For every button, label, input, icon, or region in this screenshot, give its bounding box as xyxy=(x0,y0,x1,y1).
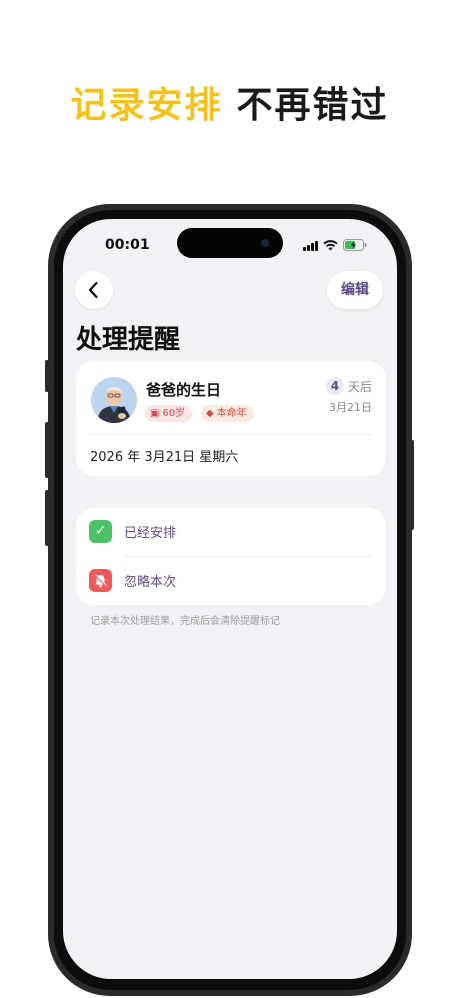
option-arranged-label: 已经安排 xyxy=(124,525,177,541)
check-icon: ✓ xyxy=(89,519,112,543)
gift-icon: ▣ xyxy=(150,408,160,419)
event-card[interactable]: 爸爸的生日 ▣ 60岁 ◆ 本命年 4 天后 3月21日 2026 年 3月21日 … xyxy=(76,361,386,476)
mute-switch xyxy=(45,360,49,392)
promo-rest: 不再错过 xyxy=(236,85,389,126)
event-date-short: 3月21日 xyxy=(329,401,372,414)
zodiac-badge: ◆ 本命年 xyxy=(201,405,254,422)
phone-frame: 00:01 编辑 处理提醒 爸爸的生日 ▣ 60岁 ◆ 本命年 4 天后 3月2… xyxy=(48,204,412,996)
phone-screen: 00:01 编辑 处理提醒 爸爸的生日 ▣ 60岁 ◆ 本命年 4 天后 3月2… xyxy=(63,219,397,979)
battery-icon xyxy=(343,239,367,251)
dynamic-island xyxy=(177,228,283,258)
signal-icon xyxy=(303,240,318,251)
chevron-left-icon xyxy=(88,281,98,299)
hint-text: 记录本次处理结果，完成后会清除提醒标记 xyxy=(90,616,280,627)
volume-down-button xyxy=(45,490,49,546)
bell-off-icon xyxy=(89,568,112,592)
divider xyxy=(90,434,372,435)
edit-button[interactable]: 编辑 xyxy=(327,271,383,309)
back-button[interactable] xyxy=(75,271,113,309)
page-title: 处理提醒 xyxy=(76,325,181,355)
days-remaining: 4 天后 xyxy=(325,377,372,395)
promo-headline: 记录安排 不再错过 xyxy=(0,76,459,128)
camera-dot xyxy=(261,239,269,247)
option-ignore-label: 忽略本次 xyxy=(124,574,177,590)
promo-highlight: 记录安排 xyxy=(70,85,223,126)
option-ignore[interactable]: 忽略本次 xyxy=(89,563,373,597)
option-arranged[interactable]: ✓ 已经安排 xyxy=(89,514,373,548)
status-icons xyxy=(303,239,367,251)
age-badge-label: 60岁 xyxy=(162,408,186,419)
volume-up-button xyxy=(45,422,49,478)
age-badge: ▣ 60岁 xyxy=(145,405,193,422)
status-time: 00:01 xyxy=(105,237,150,253)
avatar xyxy=(91,377,137,423)
power-button xyxy=(410,440,414,530)
zodiac-badge-label: 本命年 xyxy=(216,408,247,419)
zodiac-icon: ◆ xyxy=(206,408,214,419)
action-options-card: ✓ 已经安排 忽略本次 xyxy=(76,508,386,605)
days-count: 4 xyxy=(325,377,344,395)
wifi-icon xyxy=(323,239,338,250)
event-full-date: 2026 年 3月21日 星期六 xyxy=(90,450,239,465)
days-unit: 天后 xyxy=(347,379,372,394)
divider xyxy=(124,556,373,557)
event-title: 爸爸的生日 xyxy=(146,381,222,399)
